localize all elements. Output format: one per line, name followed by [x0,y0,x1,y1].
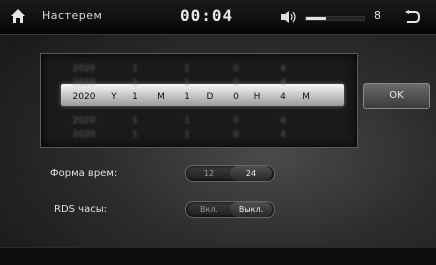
rds-clock-toggle[interactable]: Вкл. Выкл. [185,201,275,218]
bottom-strip [0,247,436,265]
day-value[interactable]: 1 [179,90,195,104]
ghost-month-down2: 1 [132,130,138,140]
rds-clock-option-off[interactable]: Выкл. [230,202,272,217]
minute-value[interactable]: 4 [275,90,291,104]
ghost-day-down2: 1 [184,130,190,140]
rds-clock-label: RDS часы: [54,204,107,215]
back-icon[interactable] [404,10,420,24]
time-format-label: Форма врем: [50,168,118,179]
month-value[interactable]: 1 [127,90,143,104]
ok-button[interactable]: OK [363,83,430,109]
year-value[interactable]: 2020 [63,90,105,104]
page-title: Настерем [42,9,103,22]
time-format-option-12[interactable]: 12 [188,166,230,181]
ghost-year-down2: 2020 [72,130,96,140]
month-unit: M [157,92,165,102]
clock-display: 00:04 [180,6,234,25]
time-format-toggle[interactable]: 12 24 [185,165,275,182]
ghost-minute-down2: 4 [280,130,286,140]
speaker-icon[interactable] [280,10,298,24]
volume-level: 8 [374,9,381,22]
minute-unit: M [302,92,310,102]
home-icon[interactable] [10,8,26,24]
hour-value[interactable]: 0 [228,90,244,104]
time-format-option-24[interactable]: 24 [230,166,272,181]
volume-fill [306,17,326,20]
day-unit: D [206,92,214,102]
date-time-picker[interactable]: 2020 2020 2020 2020 1 1 1 1 1 1 1 1 0 0 … [40,53,358,148]
ghost-hour-down2: 0 [233,130,239,140]
rds-clock-option-on[interactable]: Вкл. [188,202,230,217]
hour-unit: H [253,92,261,102]
time-settings-screen: Настерем 00:04 8 2020 2020 2020 2020 1 1… [0,0,436,265]
top-bar: Настерем 00:04 8 [0,0,436,35]
volume-slider[interactable] [305,16,365,21]
year-unit: Y [111,92,117,102]
